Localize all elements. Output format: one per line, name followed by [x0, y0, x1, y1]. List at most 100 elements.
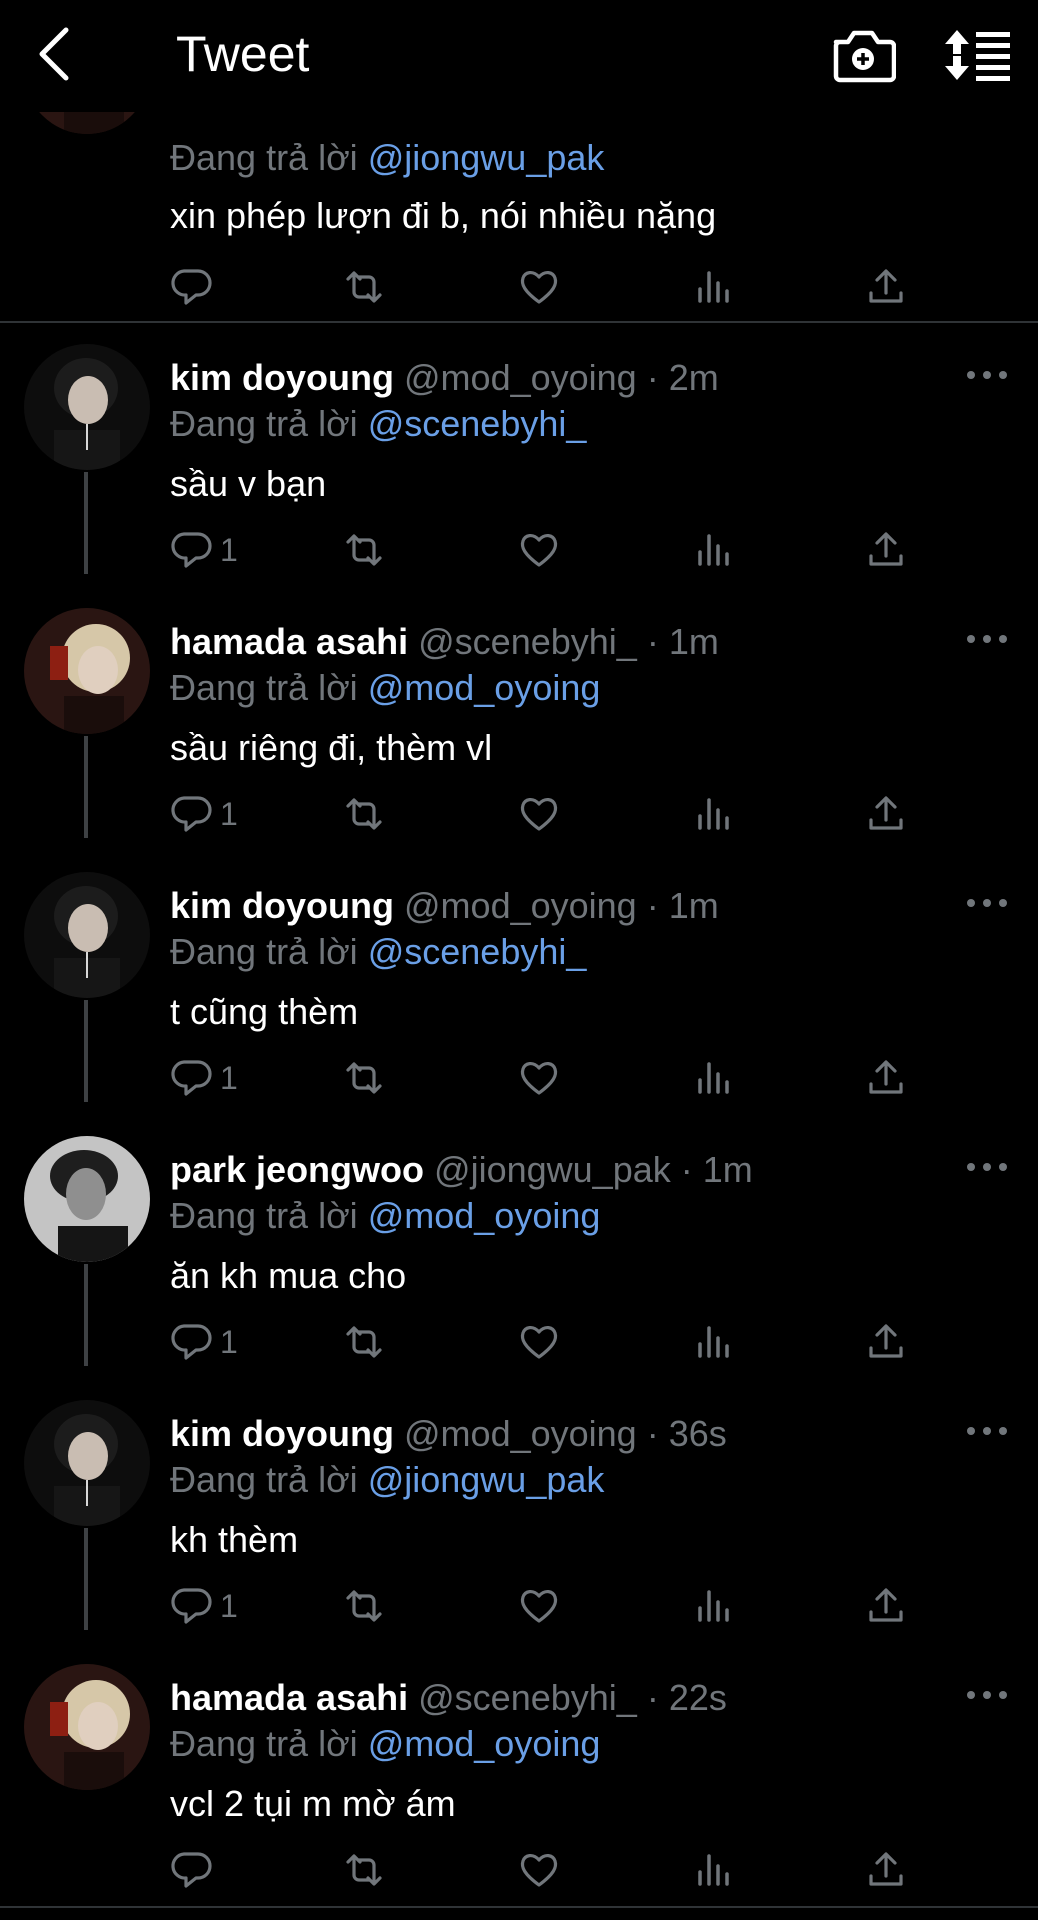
share-button[interactable] [866, 259, 906, 315]
like-button[interactable] [518, 522, 560, 578]
handle[interactable]: @mod_oyoing [404, 357, 637, 398]
more-options-button[interactable] [962, 1680, 1012, 1710]
tweet-text: vcl 2 tụi m mờ ám [170, 1783, 456, 1824]
more-horizontal-icon [967, 1163, 1007, 1171]
timestamp: 2m [668, 357, 719, 398]
avatar[interactable] [24, 1400, 150, 1526]
tweet[interactable]: hamada asahi @scenebyhi_ · 1m Đang trả l… [0, 608, 1038, 872]
back-button[interactable] [28, 22, 92, 86]
reply-prefix: Đang trả lời [170, 1723, 358, 1764]
reply-button[interactable] [170, 259, 212, 315]
reply-mention-link[interactable]: @scenebyhi_ [368, 403, 587, 444]
avatar[interactable] [24, 344, 150, 470]
avatar[interactable] [24, 1664, 150, 1790]
like-button[interactable] [518, 1842, 560, 1898]
like-button[interactable] [518, 1050, 560, 1106]
avatar[interactable] [24, 112, 150, 134]
like-button[interactable] [518, 1578, 560, 1634]
reply-icon [171, 1852, 212, 1888]
retweet-button[interactable] [340, 259, 388, 315]
display-name[interactable]: hamada asahi [170, 621, 408, 662]
reply-mention-link[interactable]: @jiongwu_pak [368, 137, 605, 178]
display-name[interactable]: park jeongwoo [170, 1149, 424, 1190]
tweet[interactable]: park jeongwoo @jiongwu_pak · 1m Đang trả… [0, 1136, 1038, 1400]
tweet[interactable]: kim doyoung @mod_oyoing · 1m Đang trả lờ… [0, 872, 1038, 1136]
reply-mention-link[interactable]: @mod_oyoing [368, 1195, 601, 1236]
separator-dot: · [680, 1149, 693, 1190]
views-button[interactable] [694, 786, 734, 842]
handle[interactable]: @mod_oyoing [404, 885, 637, 926]
display-name[interactable]: hamada asahi [170, 1677, 408, 1718]
more-options-button[interactable] [962, 888, 1012, 918]
avatar[interactable] [24, 1136, 150, 1262]
reply-mention-link[interactable]: @jiongwu_pak [368, 1459, 605, 1500]
share-button[interactable] [866, 786, 906, 842]
reply-prefix: Đang trả lời [170, 1459, 358, 1500]
share-button[interactable] [866, 1842, 906, 1898]
reply-button[interactable]: 1 [170, 1314, 238, 1370]
share-icon [869, 269, 903, 303]
views-button[interactable] [694, 1314, 734, 1370]
share-button[interactable] [866, 1314, 906, 1370]
share-icon [869, 1852, 903, 1886]
retweet-button[interactable] [340, 522, 388, 578]
handle[interactable]: @jiongwu_pak [434, 1149, 671, 1190]
like-button[interactable] [518, 259, 560, 315]
tweet-header: hamada asahi @scenebyhi_ · 22s [170, 1676, 727, 1720]
reply-prefix: Đang trả lời [170, 667, 358, 708]
reply-mention-link[interactable]: @scenebyhi_ [368, 931, 587, 972]
tweet[interactable]: kim doyoung @mod_oyoing · 36s Đang trả l… [0, 1400, 1038, 1664]
display-name[interactable]: kim doyoung [170, 357, 394, 398]
share-button[interactable] [866, 522, 906, 578]
more-options-button[interactable] [962, 1416, 1012, 1446]
views-button[interactable] [694, 1578, 734, 1634]
like-button[interactable] [518, 786, 560, 842]
views-button[interactable] [694, 259, 734, 315]
reply-icon [171, 1060, 212, 1096]
reply-mention-link[interactable]: @mod_oyoing [368, 1723, 601, 1764]
share-button[interactable] [866, 1050, 906, 1106]
sort-button[interactable] [944, 24, 1014, 86]
action-bar [160, 1842, 920, 1898]
action-bar: 1 [160, 1314, 920, 1370]
views-button[interactable] [694, 1050, 734, 1106]
timestamp: 1m [668, 885, 719, 926]
retweet-button[interactable] [340, 1314, 388, 1370]
tweet[interactable]: Đang trả lời @jiongwu_pak xin phép lượn … [0, 112, 1038, 272]
tweet[interactable]: hamada asahi @scenebyhi_ · 22s Đang trả … [0, 1664, 1038, 1920]
tweet[interactable]: kim doyoung @mod_oyoing · 2m Đang trả lờ… [0, 344, 1038, 608]
timestamp: 36s [668, 1413, 727, 1454]
reply-prefix: Đang trả lời [170, 931, 358, 972]
retweet-button[interactable] [340, 1578, 388, 1634]
more-options-button[interactable] [962, 624, 1012, 654]
like-icon [520, 1326, 558, 1359]
reply-button[interactable]: 1 [170, 1050, 238, 1106]
like-button[interactable] [518, 1314, 560, 1370]
avatar[interactable] [24, 608, 150, 734]
display-name[interactable]: kim doyoung [170, 1413, 394, 1454]
views-button[interactable] [694, 522, 734, 578]
reply-button[interactable] [170, 1842, 212, 1898]
reply-mention-link[interactable]: @mod_oyoing [368, 667, 601, 708]
more-options-button[interactable] [962, 360, 1012, 390]
retweet-button[interactable] [340, 786, 388, 842]
handle[interactable]: @scenebyhi_ [418, 621, 637, 662]
reply-button[interactable]: 1 [170, 1578, 238, 1634]
retweet-button[interactable] [340, 1050, 388, 1106]
tweet-header: hamada asahi @scenebyhi_ · 1m [170, 620, 719, 664]
reply-icon [171, 1588, 212, 1624]
like-icon [520, 1854, 558, 1887]
handle[interactable]: @mod_oyoing [404, 1413, 637, 1454]
tweet-header: kim doyoung @mod_oyoing · 1m [170, 884, 719, 928]
handle[interactable]: @scenebyhi_ [418, 1677, 637, 1718]
avatar[interactable] [24, 872, 150, 998]
retweet-button[interactable] [340, 1842, 388, 1898]
display-name[interactable]: kim doyoung [170, 885, 394, 926]
reply-prefix: Đang trả lời [170, 137, 358, 178]
views-button[interactable] [694, 1842, 734, 1898]
reply-button[interactable]: 1 [170, 786, 238, 842]
share-button[interactable] [866, 1578, 906, 1634]
more-options-button[interactable] [962, 1152, 1012, 1182]
camera-button[interactable] [830, 24, 897, 86]
reply-button[interactable]: 1 [170, 522, 238, 578]
